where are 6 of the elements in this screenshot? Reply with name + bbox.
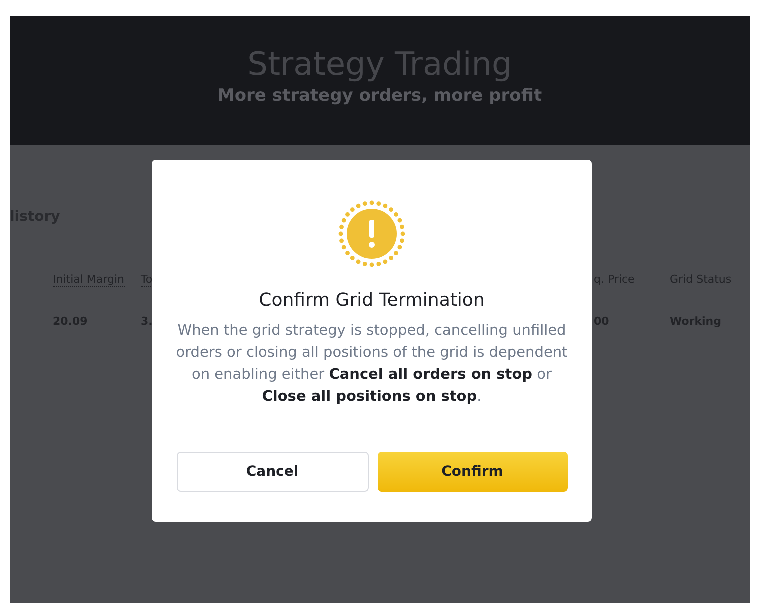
page-subtitle: More strategy orders, more profit [218, 85, 542, 108]
dialog-title: Confirm Grid Termination [259, 289, 485, 313]
dialog-message: When the grid strategy is stopped, cancelling unfilled orders or closing all positions of the grid is dependent on enabling either Cancel all orders on stop or Close all positions on stop. [176, 322, 568, 407]
confirm-button[interactable]: Confirm [378, 452, 568, 492]
cancel-button[interactable]: Cancel [176, 452, 368, 492]
warning-icon [338, 200, 406, 268]
